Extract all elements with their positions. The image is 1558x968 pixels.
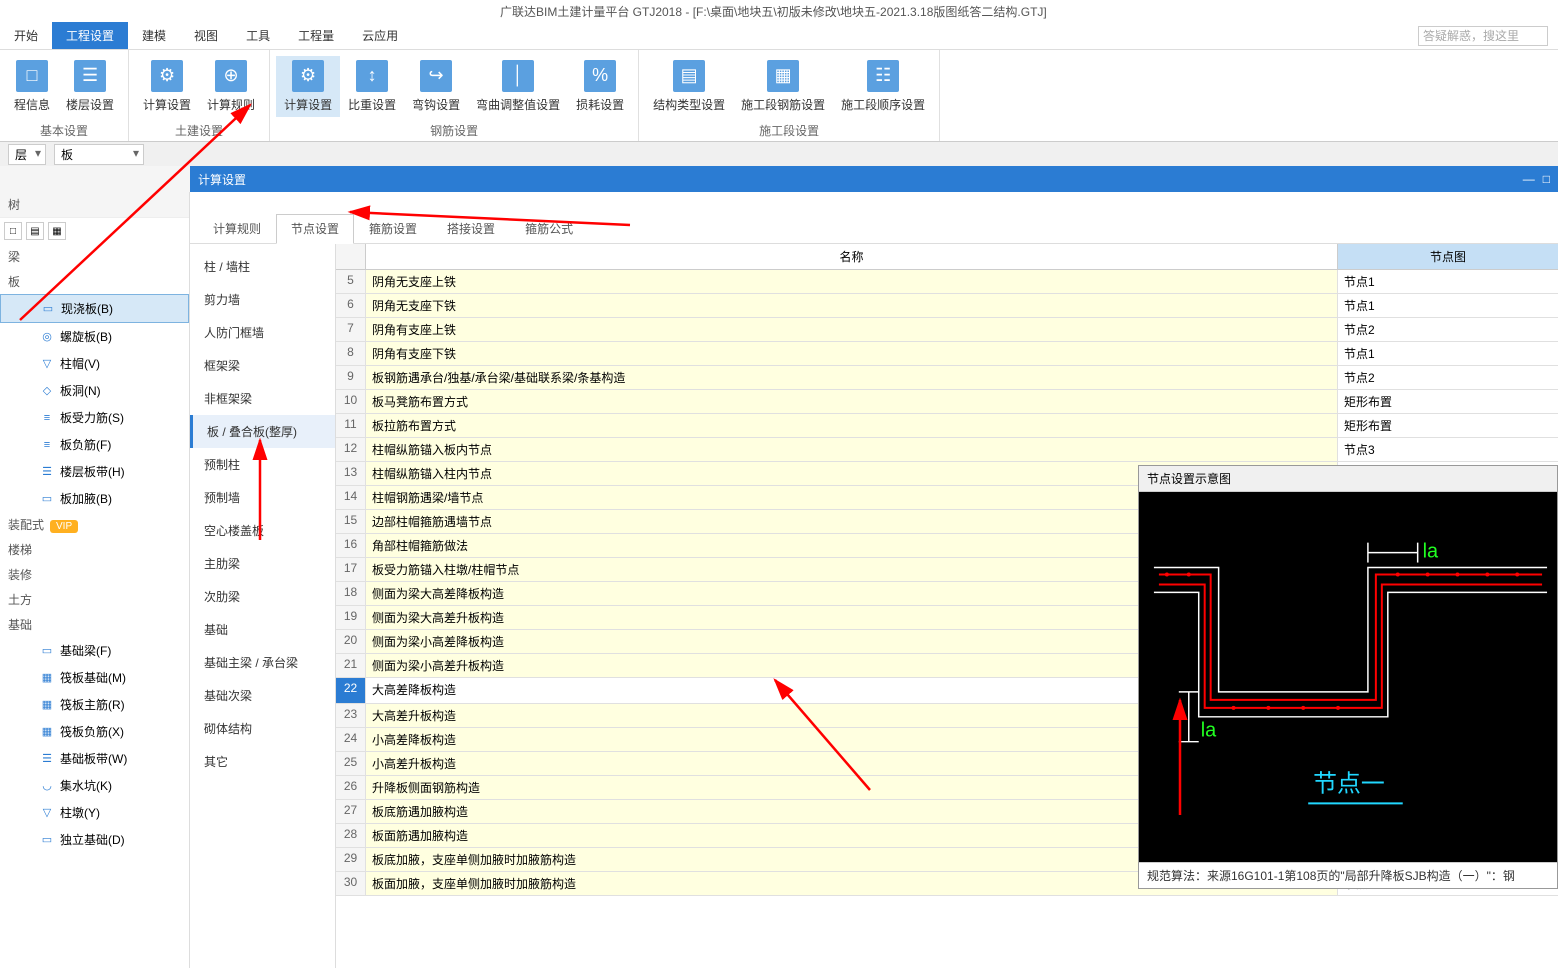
- table-row[interactable]: 8阴角有支座下铁节点1: [336, 342, 1558, 366]
- tree-item[interactable]: ▭独立基础(D): [0, 826, 189, 853]
- dropdown-board[interactable]: 板: [54, 144, 144, 165]
- category-item[interactable]: 柱 / 墙柱: [190, 250, 335, 283]
- dropdown-layer[interactable]: 层: [8, 144, 46, 165]
- svg-text:la: la: [1423, 541, 1439, 563]
- tree-item[interactable]: ◎螺旋板(B): [0, 323, 189, 350]
- inner-tab-stirrup-settings[interactable]: 箍筋设置: [354, 214, 432, 243]
- table-row[interactable]: 5阴角无支座上铁节点1: [336, 270, 1558, 294]
- inner-tab-calc-rules[interactable]: 计算规则: [198, 214, 276, 243]
- btn-calc-settings-1[interactable]: ⚙计算设置: [135, 56, 199, 117]
- ribbon: □程信息 ☰楼层设置 基本设置 ⚙计算设置 ⊕计算规则 土建设置 ⚙计算设置 ↕…: [0, 50, 1558, 142]
- tree-group[interactable]: 土方: [0, 587, 189, 612]
- category-item[interactable]: 次肋梁: [190, 580, 335, 613]
- tab-cloud[interactable]: 云应用: [348, 22, 412, 49]
- tree-item[interactable]: ▭板加腋(B): [0, 485, 189, 512]
- tree-item[interactable]: ▽柱帽(V): [0, 350, 189, 377]
- category-item[interactable]: 预制柱: [190, 448, 335, 481]
- tree-item[interactable]: ▦筏板负筋(X): [0, 718, 189, 745]
- inner-tab-node-settings[interactable]: 节点设置: [276, 214, 354, 244]
- minimize-icon[interactable]: —: [1523, 172, 1535, 186]
- category-item[interactable]: 其它: [190, 745, 335, 778]
- preview-panel: 节点设置示意图 la la 节点一 规范算法：来源16G101-1第108页的"…: [1138, 465, 1558, 889]
- btn-structure-type[interactable]: ▤结构类型设置: [645, 56, 733, 117]
- inner-tab-stirrup-formula[interactable]: 箍筋公式: [510, 214, 588, 243]
- tab-tools[interactable]: 工具: [232, 22, 284, 49]
- component-tree: 树 □ ▤ ▦ 梁 板 ▭现浇板(B)◎螺旋板(B)▽柱帽(V)◇板洞(N)≡板…: [0, 192, 190, 968]
- tree-btn-2[interactable]: ▤: [26, 222, 44, 240]
- tree-group[interactable]: 装修: [0, 562, 189, 587]
- tab-modeling[interactable]: 建模: [128, 22, 180, 49]
- category-item[interactable]: 人防门框墙: [190, 316, 335, 349]
- btn-calc-settings-2[interactable]: ⚙计算设置: [276, 56, 340, 117]
- search-input[interactable]: 答疑解惑，搜这里: [1418, 26, 1548, 46]
- tab-project-settings[interactable]: 工程设置: [52, 22, 128, 49]
- svg-text:节点一: 节点一: [1313, 770, 1385, 797]
- tab-start[interactable]: 开始: [0, 22, 52, 49]
- btn-loss-settings[interactable]: %损耗设置: [568, 56, 632, 117]
- tab-quantity[interactable]: 工程量: [284, 22, 348, 49]
- tree-item[interactable]: ▭基础梁(F): [0, 637, 189, 664]
- panel-header: 计算设置 — □: [190, 166, 1558, 192]
- category-item[interactable]: 空心楼盖板: [190, 514, 335, 547]
- btn-section-rebar[interactable]: ▦施工段钢筋设置: [733, 56, 833, 117]
- tree-btn-3[interactable]: ▦: [48, 222, 66, 240]
- tree-item[interactable]: ◡集水坑(K): [0, 772, 189, 799]
- svg-text:la: la: [1201, 720, 1217, 742]
- tree-item[interactable]: ≡板受力筋(S): [0, 404, 189, 431]
- table-row[interactable]: 11板拉筋布置方式矩形布置: [336, 414, 1558, 438]
- title-bar: 广联达BIM土建计量平台 GTJ2018 - [F:\桌面\地块五\初版未修改\…: [0, 0, 1558, 22]
- category-item[interactable]: 主肋梁: [190, 547, 335, 580]
- category-item[interactable]: 基础: [190, 613, 335, 646]
- btn-floor-settings[interactable]: ☰楼层设置: [58, 56, 122, 117]
- btn-bend-adjust[interactable]: │弯曲调整值设置: [468, 56, 568, 117]
- inner-tabs: 计算规则 节点设置 箍筋设置 搭接设置 箍筋公式: [190, 192, 1558, 244]
- tree-group[interactable]: 基础: [0, 612, 189, 637]
- maximize-icon[interactable]: □: [1543, 172, 1550, 186]
- sub-bar: 层 板: [0, 142, 1558, 166]
- tab-view[interactable]: 视图: [180, 22, 232, 49]
- menu-tabs: 开始 工程设置 建模 视图 工具 工程量 云应用 答疑解惑，搜这里: [0, 22, 1558, 50]
- tree-item[interactable]: ☰基础板带(W): [0, 745, 189, 772]
- table-row[interactable]: 6阴角无支座下铁节点1: [336, 294, 1558, 318]
- tree-group[interactable]: 楼梯: [0, 537, 189, 562]
- category-item[interactable]: 非框架梁: [190, 382, 335, 415]
- tree-item[interactable]: ▽柱墩(Y): [0, 799, 189, 826]
- category-item[interactable]: 剪力墙: [190, 283, 335, 316]
- category-item[interactable]: 预制墙: [190, 481, 335, 514]
- tree-item[interactable]: ▦筏板主筋(R): [0, 691, 189, 718]
- tree-btn-1[interactable]: □: [4, 222, 22, 240]
- btn-project-info[interactable]: □程信息: [6, 56, 58, 117]
- table-row[interactable]: 9板钢筋遇承台/独基/承台梁/基础联系梁/条基构造节点2: [336, 366, 1558, 390]
- diagram-canvas: la la 节点一: [1139, 492, 1557, 862]
- category-item[interactable]: 砌体结构: [190, 712, 335, 745]
- inner-tab-lap-settings[interactable]: 搭接设置: [432, 214, 510, 243]
- category-item[interactable]: 框架梁: [190, 349, 335, 382]
- table-row[interactable]: 12柱帽纵筋锚入板内节点节点3: [336, 438, 1558, 462]
- category-item[interactable]: 基础主梁 / 承台梁: [190, 646, 335, 679]
- tree-item[interactable]: ◇板洞(N): [0, 377, 189, 404]
- btn-hook-settings[interactable]: ↪弯钩设置: [404, 56, 468, 117]
- btn-weight-settings[interactable]: ↕比重设置: [340, 56, 404, 117]
- category-item[interactable]: 基础次梁: [190, 679, 335, 712]
- category-list: 柱 / 墙柱剪力墙人防门框墙框架梁非框架梁板 / 叠合板(整厚)预制柱预制墙空心…: [190, 244, 336, 968]
- tree-item[interactable]: ▦筏板基础(M): [0, 664, 189, 691]
- table-row[interactable]: 10板马凳筋布置方式矩形布置: [336, 390, 1558, 414]
- tree-item[interactable]: ☰楼层板带(H): [0, 458, 189, 485]
- tree-group[interactable]: 装配式VIP: [0, 512, 189, 537]
- table-row[interactable]: 7阴角有支座上铁节点2: [336, 318, 1558, 342]
- category-item[interactable]: 板 / 叠合板(整厚): [190, 415, 335, 448]
- tree-item[interactable]: ▭现浇板(B): [0, 294, 189, 323]
- btn-calc-rules[interactable]: ⊕计算规则: [199, 56, 263, 117]
- btn-section-order[interactable]: ☷施工段顺序设置: [833, 56, 933, 117]
- tree-item[interactable]: ≡板负筋(F): [0, 431, 189, 458]
